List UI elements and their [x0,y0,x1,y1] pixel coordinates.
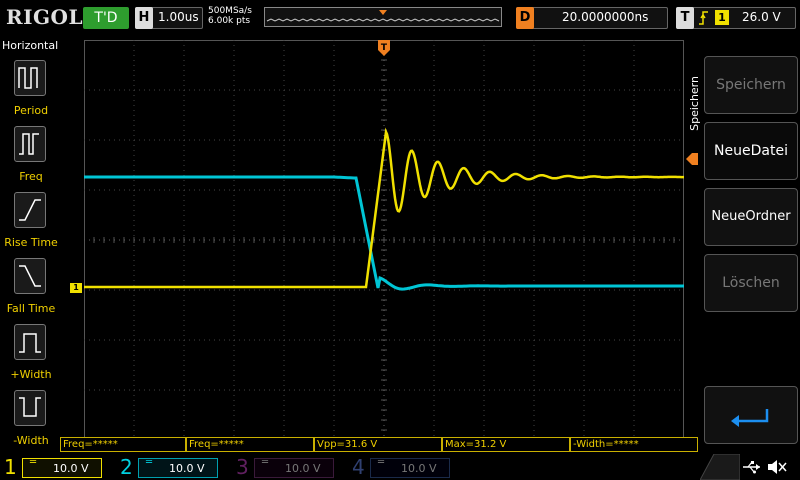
softkey-new-folder[interactable]: NeueOrdner [704,188,798,246]
ch1-marker-label: 1 [73,283,79,292]
timebase-key: H [135,7,153,29]
enter-arrow-icon [731,409,769,427]
measure-side-menu: Horizontal Period Freq Rise Time Fall Ti… [0,36,62,452]
memory-depth: 6.00k pts [208,16,251,26]
rising-edge-icon [699,11,708,25]
measure-freq-label: Freq [19,170,43,183]
memory-waveform-preview [266,10,500,22]
usb-icon [743,461,760,474]
brand-logo: RIGOL [6,5,84,29]
measurement-3[interactable]: Vpp=31.6 V [314,437,442,452]
trigger-position-marker [379,10,387,15]
delay-value: 20.0000000ns [562,10,649,24]
measurement-5[interactable]: -Width=***** [570,437,698,452]
ch3-number: 3 [236,455,249,479]
status-corner-decor [700,454,740,480]
top-status-bar: RIGOL T'D H 1.00us 500MSa/s 6.00k pts D … [0,0,800,36]
channel-3[interactable]: 3 10.0 V ═ [232,454,344,480]
menu-title: Horizontal [2,39,59,52]
softkey-save[interactable]: Speichern [704,56,798,114]
trigger-level: 26.0 V [742,10,781,24]
positive-width-icon [14,324,46,360]
timebase-value: 1.00us [158,10,199,24]
sample-rate: 500MSa/s [208,6,252,16]
right-softkey-panel: Speichern Speichern NeueDatei NeueOrdner… [686,36,800,452]
measure-period-label: Period [13,104,49,117]
right-menu-title: Speichern [688,76,701,131]
negative-width-icon [14,390,46,426]
measure-negative-width-label: -Width [13,434,49,447]
trigger-position-top-marker[interactable]: T [378,40,390,56]
measure-positive-width[interactable]: +Width [0,322,62,388]
channel-1[interactable]: 1 10.0 V ═ [0,454,112,480]
channel-bar: 1 10.0 V ═ 2 10.0 V ═ 3 10.0 V ═ 4 10.0 … [0,454,800,480]
frequency-icon [14,126,46,162]
measure-period[interactable]: Period [0,58,62,124]
fall-time-icon [14,258,46,294]
ch4-number: 4 [352,455,365,479]
measure-negative-width[interactable]: -Width [0,388,62,454]
period-icon [14,60,46,96]
delay-key: D [516,7,534,29]
ch2-number: 2 [120,455,133,479]
measurement-bar: Freq=***** Freq=***** Vpp=31.6 V Max=31.… [60,437,700,453]
channel-4[interactable]: 4 10.0 V ═ [348,454,460,480]
measurement-4[interactable]: Max=31.2 V [442,437,570,452]
measure-fall-time-label: Fall Time [6,302,56,315]
softkey-new-file[interactable]: NeueDatei [704,122,798,180]
waveform-svg [84,40,684,440]
ch1-dc-coupling-icon: ═ [30,457,37,468]
ch2-trace [84,175,684,291]
trigger-key: T [676,7,694,29]
waveform-display[interactable] [84,40,684,440]
softkey-delete[interactable]: Löschen [704,254,798,312]
memory-position-bar[interactable] [264,7,502,27]
measurement-2[interactable]: Freq=***** [186,437,314,452]
run-status-badge[interactable]: T'D [83,7,129,29]
measurement-1[interactable]: Freq=***** [60,437,186,452]
rise-time-icon [14,192,46,228]
measure-fall-time[interactable]: Fall Time [0,256,62,322]
sample-info: 500MSa/s 6.00k pts [208,6,252,26]
ch3-dc-coupling-icon: ═ [262,457,269,468]
measure-rise-time[interactable]: Rise Time [0,190,62,256]
measure-positive-width-label: +Width [10,368,52,381]
trigger-channel-badge: 1 [715,10,729,25]
ch2-dc-coupling-icon: ═ [146,457,153,468]
measure-rise-time-label: Rise Time [4,236,58,249]
measure-freq[interactable]: Freq [0,124,62,190]
softkey-enter[interactable] [704,386,798,444]
channel-2[interactable]: 2 10.0 V ═ [116,454,228,480]
speaker-muted-icon[interactable] [766,458,788,476]
ch1-number: 1 [4,455,17,479]
ch1-ground-marker[interactable]: 1 [70,283,82,293]
ch4-dc-coupling-icon: ═ [378,457,385,468]
svg-text:T: T [381,43,388,53]
